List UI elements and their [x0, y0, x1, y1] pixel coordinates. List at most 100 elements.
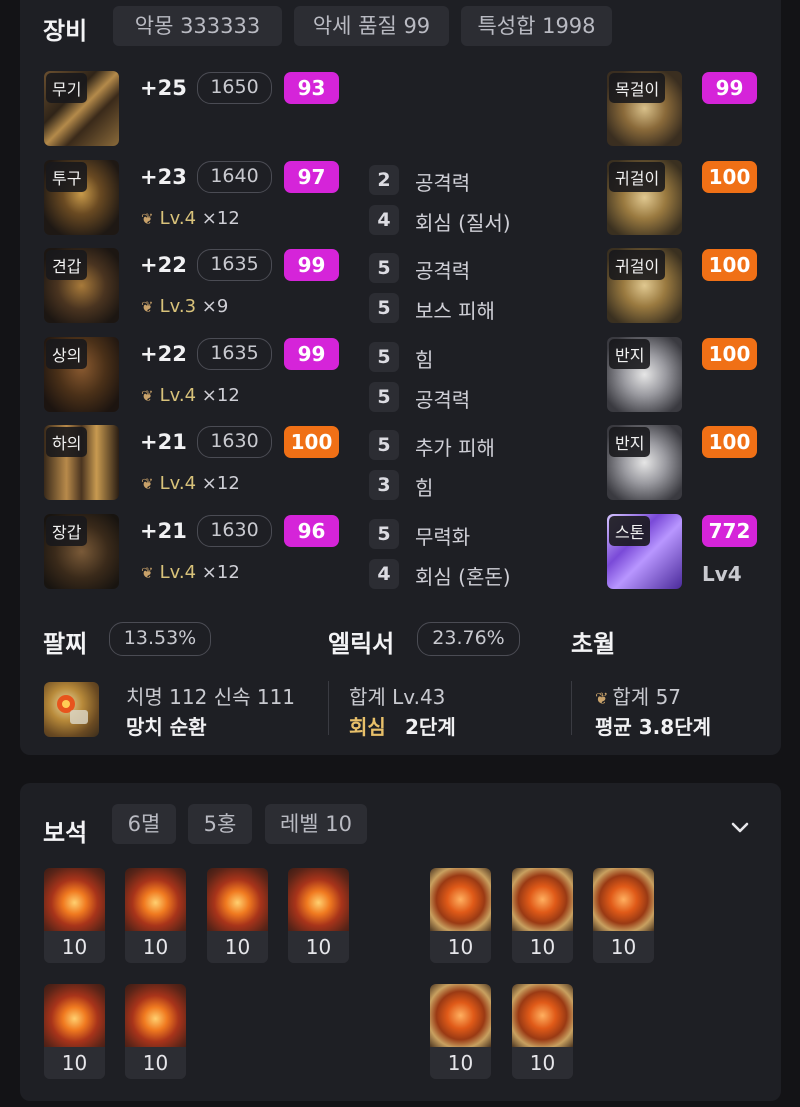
accessory-quality: 100	[702, 249, 757, 281]
armor-quality: 97	[284, 161, 339, 193]
armor-transcend-level: Lv.4	[159, 562, 197, 583]
armor-transcend-row: ❦ Lv.4 ×12	[141, 473, 240, 494]
accessory-thumb-3[interactable]: 반지	[607, 337, 682, 412]
engraving-level: 5	[369, 382, 399, 412]
armor-transcend-row: ❦ Lv.3 ×9	[141, 296, 228, 317]
gem-annihilation-icon	[125, 984, 186, 1047]
gem-crimson[interactable]: 10	[430, 868, 491, 963]
accessory-quality: 100	[702, 161, 757, 193]
bracelet-stats: 치명 112 신속 111	[126, 685, 296, 709]
gem-annihilation[interactable]: 10	[44, 868, 105, 963]
gem-annihilation[interactable]: 10	[125, 868, 186, 963]
stone-level: Lv4	[702, 562, 742, 586]
gem-crimson-icon	[430, 984, 491, 1047]
armor-item-level: 1650	[197, 72, 272, 104]
engraving-label: 힘	[415, 476, 434, 500]
accessory-thumb-1[interactable]: 귀걸이	[607, 160, 682, 235]
accessory-thumb-2[interactable]: 귀걸이	[607, 248, 682, 323]
gem-level: 10	[288, 931, 349, 963]
engraving-label: 공격력	[415, 259, 471, 283]
armor-thumb-0[interactable]: 무기	[44, 71, 119, 146]
armor-enhance: +25	[140, 76, 187, 100]
accessory-slot-label: 귀걸이	[609, 162, 666, 192]
gem-crimson[interactable]: 10	[512, 868, 573, 963]
gems-card: 보석 6멸 5홍 레벨 10 10 10 10 10 10 10 10 10 10 10 10	[20, 783, 781, 1101]
gem-level: 10	[430, 1047, 491, 1079]
armor-enhance: +22	[140, 253, 187, 277]
gem-crimson-icon	[593, 868, 654, 931]
gem-level: 10	[44, 931, 105, 963]
gem-annihilation[interactable]: 10	[125, 984, 186, 1079]
bracelet-icon	[44, 682, 99, 737]
divider	[571, 681, 572, 735]
gem-annihilation[interactable]: 10	[44, 984, 105, 1079]
equipment-card: 장비 악몽 333333 악세 품질 99 특성합 1998 무기 +25 1650…	[20, 0, 781, 755]
armor-quality: 96	[284, 515, 339, 547]
armor-quality: 93	[284, 72, 339, 104]
armor-slot-label: 하의	[46, 427, 88, 457]
armor-transcend-level: Lv.4	[159, 208, 197, 229]
equipment-chip-accessory-quality: 악세 품질 99	[294, 6, 449, 46]
gem-annihilation[interactable]: 10	[288, 868, 349, 963]
transcend-flower-icon: ❦	[141, 475, 154, 493]
armor-slot-label: 투구	[46, 162, 88, 192]
armor-transcend-row: ❦ Lv.4 ×12	[141, 385, 240, 406]
armor-thumb-3[interactable]: 상의	[44, 337, 119, 412]
transcend-total: 합계 57	[612, 685, 682, 709]
engraving-label: 추가 피해	[415, 436, 495, 460]
armor-item-level: 1630	[197, 426, 272, 458]
engraving-label: 공격력	[415, 388, 471, 412]
armor-transcend-count: ×12	[201, 385, 240, 406]
accessory-quality: 99	[702, 72, 757, 104]
armor-slot-label: 무기	[46, 73, 88, 103]
armor-thumb-5[interactable]: 장갑	[44, 514, 119, 589]
gem-crimson[interactable]: 10	[430, 984, 491, 1079]
gem-crimson[interactable]: 10	[593, 868, 654, 963]
engraving-level: 2	[369, 165, 399, 195]
gem-level: 10	[593, 931, 654, 963]
gem-annihilation-icon	[288, 868, 349, 931]
accessory-thumb-0[interactable]: 목걸이	[607, 71, 682, 146]
transcend-title: 초월	[571, 630, 616, 658]
armor-enhance: +23	[140, 165, 187, 189]
armor-transcend-level: Lv.4	[159, 473, 197, 494]
elixir-effect-name: 회심	[349, 715, 386, 739]
accessory-quality: 772	[702, 515, 757, 547]
transcend-average: 평균 3.8단계	[595, 715, 711, 739]
engraving-label: 회심 (질서)	[415, 211, 511, 235]
armor-transcend-count: ×12	[201, 562, 240, 583]
transcend-flower-icon: ❦	[141, 210, 154, 228]
armor-transcend-level: Lv.4	[159, 385, 197, 406]
elixir-total: 합계 Lv.43	[349, 685, 446, 709]
accessory-slot-label: 반지	[609, 339, 651, 369]
armor-transcend-count: ×12	[201, 473, 240, 494]
elixir-title: 엘릭서	[328, 630, 395, 658]
gem-annihilation[interactable]: 10	[207, 868, 268, 963]
accessory-slot-label: 스톤	[609, 516, 651, 546]
gems-chip-level: 레벨 10	[265, 804, 367, 844]
engraving-level: 5	[369, 253, 399, 283]
armor-thumb-1[interactable]: 투구	[44, 160, 119, 235]
bracelet-effects: 망치 순환	[126, 715, 207, 739]
chevron-down-icon[interactable]	[728, 815, 752, 839]
engraving-level: 4	[369, 205, 399, 235]
accessory-quality: 100	[702, 338, 757, 370]
accessory-slot-label: 귀걸이	[609, 250, 666, 280]
gem-level: 10	[512, 1047, 573, 1079]
gem-crimson[interactable]: 10	[512, 984, 573, 1079]
armor-transcend-row: ❦ Lv.4 ×12	[141, 562, 240, 583]
armor-slot-label: 견갑	[46, 250, 88, 280]
armor-quality: 100	[284, 426, 339, 458]
gem-level: 10	[207, 931, 268, 963]
elixir-effect-stage: 2단계	[405, 715, 456, 739]
gems-chip-crimson: 5홍	[188, 804, 252, 844]
accessory-thumb-4[interactable]: 반지	[607, 425, 682, 500]
accessory-thumb-5[interactable]: 스톤	[607, 514, 682, 589]
armor-thumb-2[interactable]: 견갑	[44, 248, 119, 323]
equipment-chip-nightmare: 악몽 333333	[113, 6, 282, 46]
armor-thumb-4[interactable]: 하의	[44, 425, 119, 500]
gem-crimson-icon	[512, 868, 573, 931]
gem-level: 10	[512, 931, 573, 963]
accessory-slot-label: 목걸이	[609, 73, 666, 103]
gem-crimson-icon	[512, 984, 573, 1047]
